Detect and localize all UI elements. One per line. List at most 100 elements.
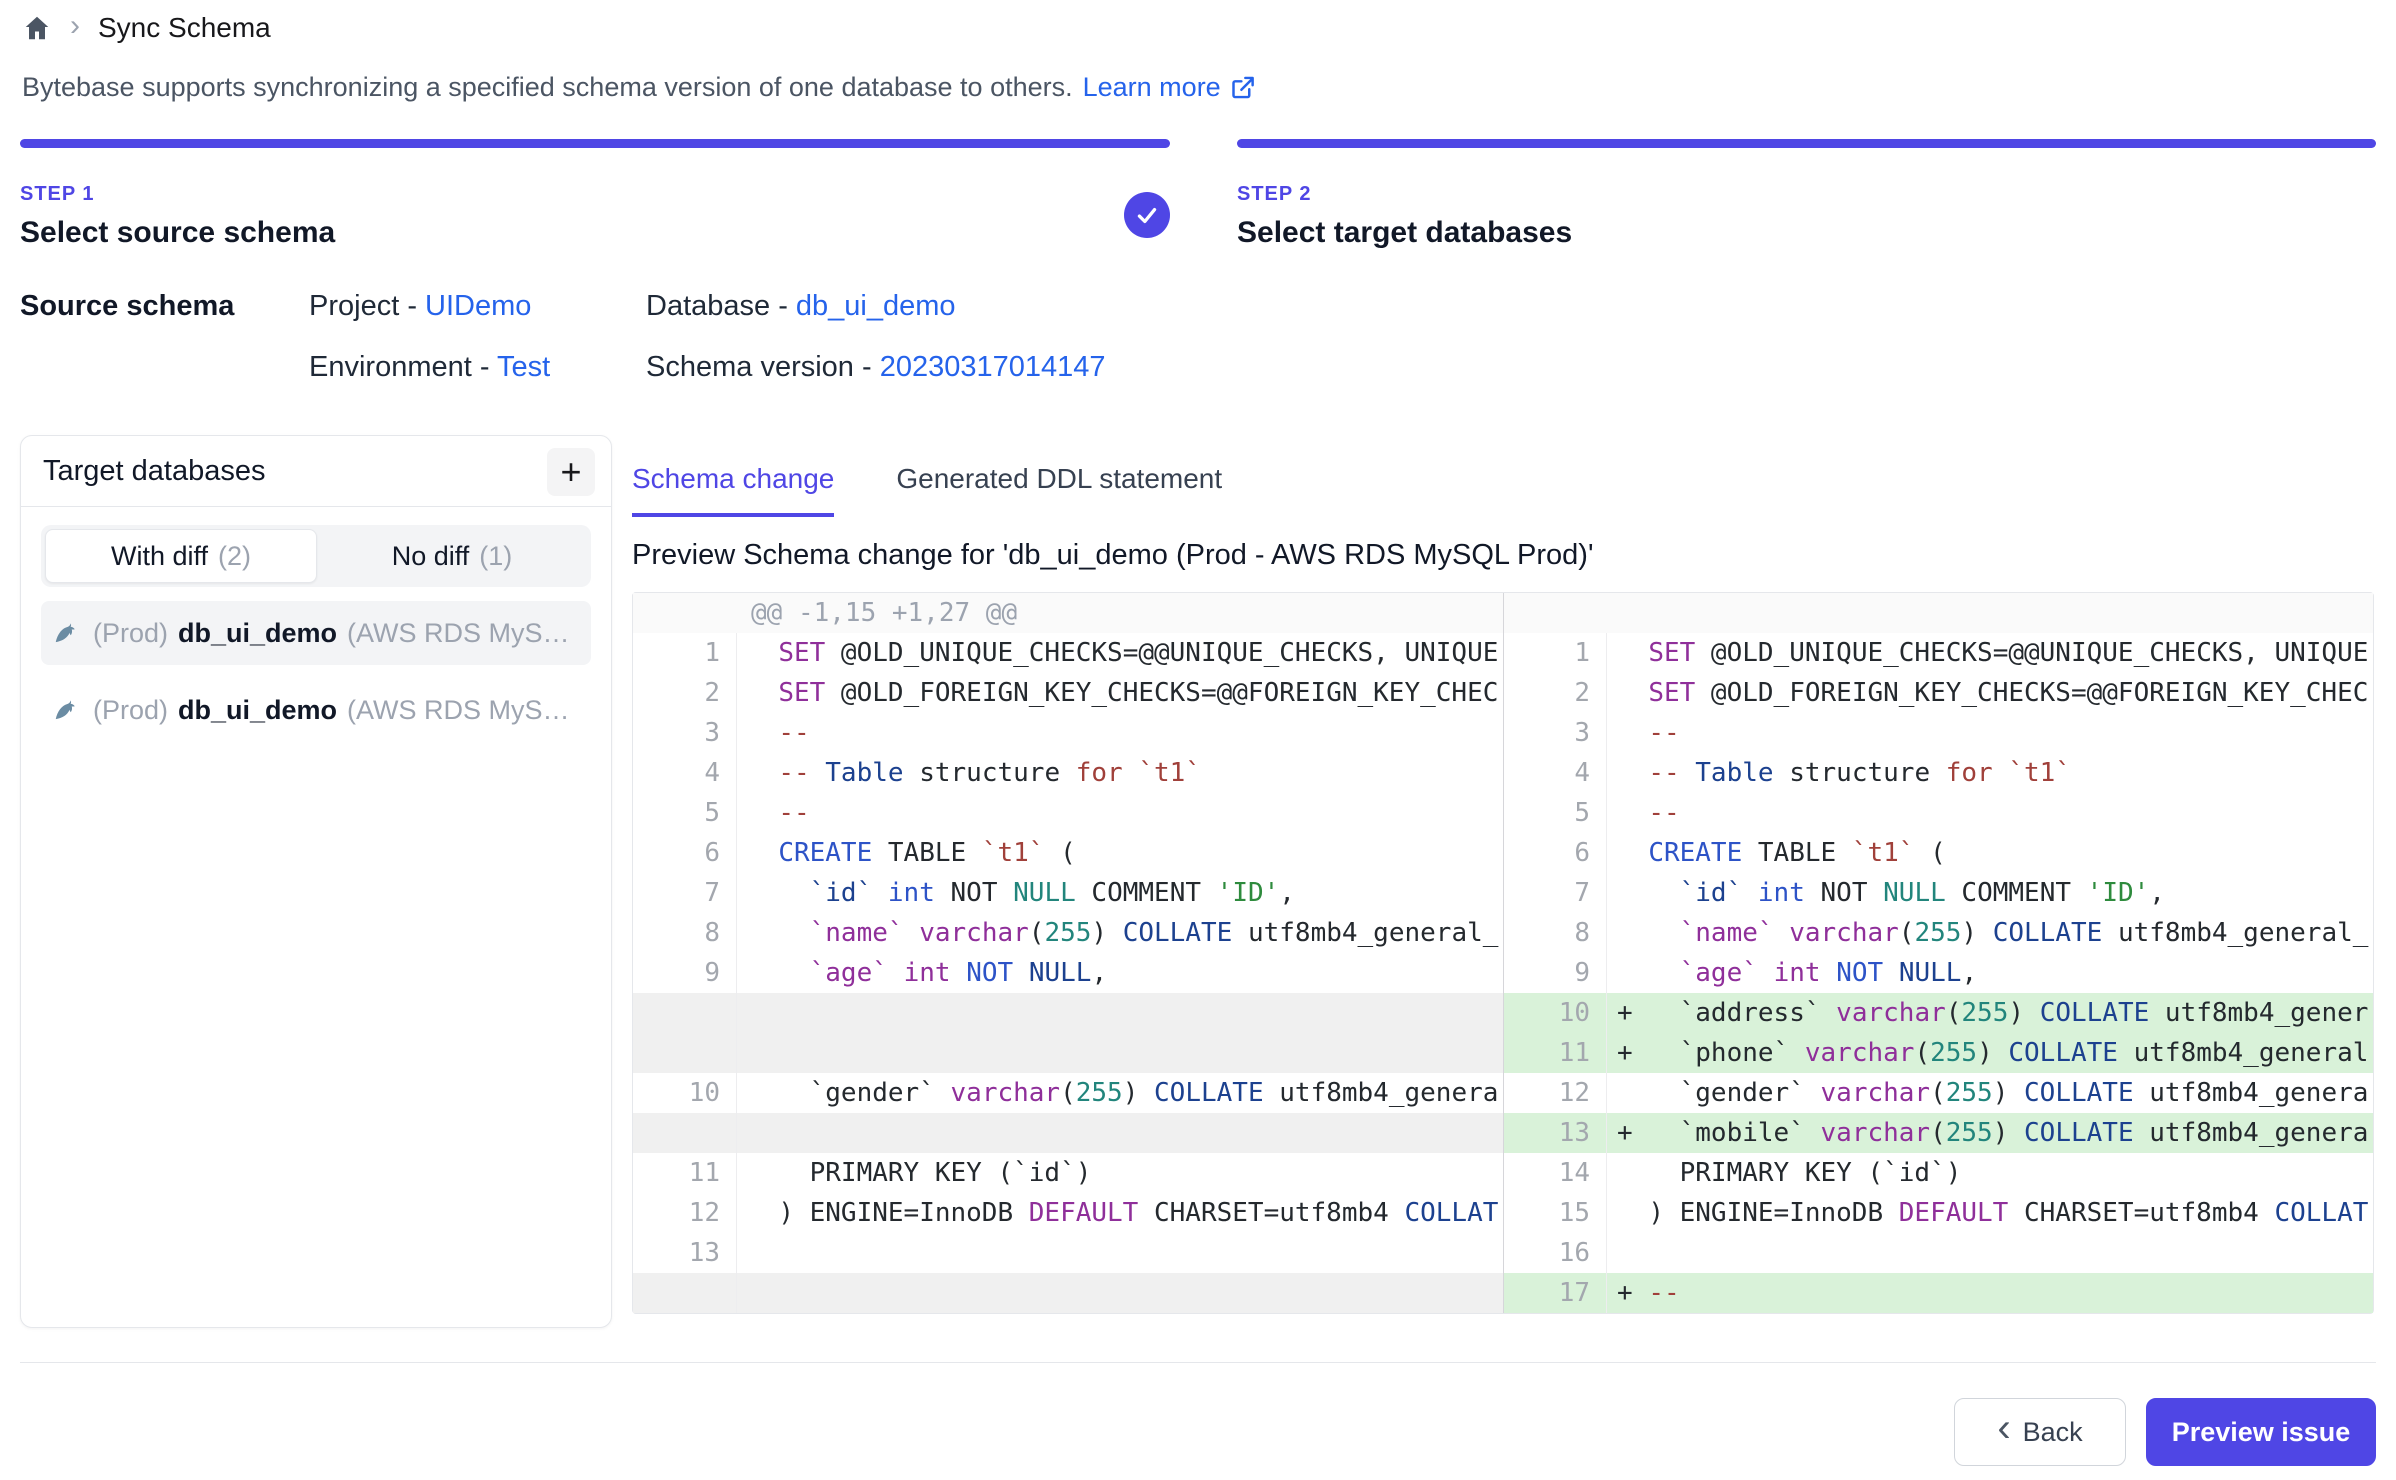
diff-code-line: ) ENGINE=InnoDB DEFAULT CHARSET=utf8mb4 … bbox=[737, 1193, 1503, 1233]
tab-schema-change[interactable]: Schema change bbox=[632, 463, 834, 517]
diff-line-number: 11 bbox=[1503, 1033, 1607, 1073]
database-environment: (Prod) bbox=[93, 695, 168, 726]
environment-link[interactable]: Test bbox=[497, 351, 550, 383]
diff-code-line: PRIMARY KEY (`id`) bbox=[737, 1153, 1503, 1193]
intro-description: Bytebase supports synchronizing a specif… bbox=[22, 72, 1073, 103]
diff-line-number: 8 bbox=[1503, 913, 1607, 953]
diff-code-line: PRIMARY KEY (`id`) bbox=[1607, 1153, 2373, 1193]
diff-line-number: 9 bbox=[633, 953, 737, 993]
diff-line-number: 17 bbox=[1503, 1273, 1607, 1313]
diff-code-line: -- Table structure for `t1` bbox=[1607, 753, 2373, 793]
diff-code-line: `id` int NOT NULL COMMENT 'ID', bbox=[737, 873, 1503, 913]
preview-tabs: Schema change Generated DDL statement bbox=[632, 463, 1222, 517]
breadcrumb-chevron-icon: › bbox=[70, 11, 80, 41]
breadcrumb-current-page: Sync Schema bbox=[98, 12, 271, 44]
diff-code-line: SET @OLD_FOREIGN_KEY_CHECKS=@@FOREIGN_KE… bbox=[1607, 673, 2373, 713]
source-schema-summary: Source schema Project - UIDemo Database … bbox=[20, 290, 1106, 384]
diff-line-number: 12 bbox=[633, 1193, 737, 1233]
schema-version-link[interactable]: 20230317014147 bbox=[880, 351, 1106, 383]
project-link[interactable]: UIDemo bbox=[425, 290, 531, 322]
diff-grid[interactable]: @@ -1,15 +1,27 @@1 SET @OLD_UNIQUE_CHECK… bbox=[632, 592, 2374, 1314]
database-field: Database - db_ui_demo bbox=[646, 290, 1106, 323]
diff-line-number bbox=[633, 993, 737, 1033]
diff-code-line: `gender` varchar(255) COLLATE utf8mb4_ge… bbox=[1607, 1073, 2373, 1113]
diff-code-line: CREATE TABLE `t1` ( bbox=[1607, 833, 2373, 873]
chevron-left-icon: ‹ bbox=[1997, 1408, 2010, 1448]
diff-line-number: 4 bbox=[1503, 753, 1607, 793]
preview-title: Preview Schema change for 'db_ui_demo (P… bbox=[632, 539, 1594, 572]
diff-code-line: -- bbox=[737, 713, 1503, 753]
external-link-icon bbox=[1229, 74, 1256, 101]
diff-line-number: 10 bbox=[1503, 993, 1607, 1033]
diff-line-number: 11 bbox=[633, 1153, 737, 1193]
diff-line-number bbox=[633, 1273, 737, 1313]
diff-code-line: CREATE TABLE `t1` ( bbox=[737, 833, 1503, 873]
diff-code-line: SET @OLD_UNIQUE_CHECKS=@@UNIQUE_CHECKS, … bbox=[737, 633, 1503, 673]
diff-line-number: 7 bbox=[1503, 873, 1607, 913]
diff-code-line: SET @OLD_UNIQUE_CHECKS=@@UNIQUE_CHECKS, … bbox=[1607, 633, 2373, 673]
project-field: Project - UIDemo bbox=[309, 290, 646, 323]
learn-more-link[interactable]: Learn more bbox=[1083, 72, 1256, 103]
diff-code-line: + `mobile` varchar(255) COLLATE utf8mb4_… bbox=[1607, 1113, 2373, 1153]
step2-label: STEP 2 bbox=[1237, 183, 1572, 206]
diff-code-line bbox=[737, 1113, 1503, 1153]
diff-filter-tabs: With diff(2)No diff(1) bbox=[41, 525, 591, 587]
filter-tab-with-diff[interactable]: With diff(2) bbox=[45, 529, 317, 583]
step-progress-bars bbox=[20, 139, 2376, 148]
step1-title: Select source schema bbox=[20, 216, 335, 250]
diff-code-line: + `address` varchar(255) COLLATE utf8mb4… bbox=[1607, 993, 2373, 1033]
home-icon[interactable] bbox=[22, 13, 52, 43]
step-2: STEP 2 Select target databases bbox=[1237, 183, 1572, 250]
filter-tab-no-diff[interactable]: No diff(1) bbox=[317, 529, 587, 583]
diff-line-number: 14 bbox=[1503, 1153, 1607, 1193]
tab-generated-ddl-statement[interactable]: Generated DDL statement bbox=[896, 463, 1222, 517]
database-item[interactable]: (Prod)db_ui_demo(AWS RDS MyS… bbox=[41, 601, 591, 665]
diff-line-number: 13 bbox=[1503, 1113, 1607, 1153]
footer-divider bbox=[20, 1362, 2376, 1363]
diff-line-number: 1 bbox=[1503, 633, 1607, 673]
database-link[interactable]: db_ui_demo bbox=[796, 290, 956, 322]
database-item[interactable]: (Prod)db_ui_demo(AWS RDS MyS… bbox=[41, 678, 591, 742]
diff-line-number: 9 bbox=[1503, 953, 1607, 993]
diff-code-line bbox=[1607, 1233, 2373, 1273]
target-databases-panel: Target databases + With diff(2)No diff(1… bbox=[20, 435, 612, 1328]
sync-schema-page: › Sync Schema Bytebase supports synchron… bbox=[0, 0, 2396, 1480]
diff-code-line: SET @OLD_FOREIGN_KEY_CHECKS=@@FOREIGN_KE… bbox=[737, 673, 1503, 713]
diff-line-number: 3 bbox=[633, 713, 737, 753]
database-name: db_ui_demo bbox=[178, 695, 337, 726]
database-name: db_ui_demo bbox=[178, 618, 337, 649]
diff-hunk-header-right bbox=[1503, 593, 2373, 633]
diff-code-line: `name` varchar(255) COLLATE utf8mb4_gene… bbox=[737, 913, 1503, 953]
diff-code-line: `name` varchar(255) COLLATE utf8mb4_gene… bbox=[1607, 913, 2373, 953]
diff-line-number: 4 bbox=[633, 753, 737, 793]
preview-issue-button[interactable]: Preview issue bbox=[2146, 1398, 2376, 1466]
schema-version-field: Schema version - 20230317014147 bbox=[646, 351, 1106, 384]
diff-code-line: ) ENGINE=InnoDB DEFAULT CHARSET=utf8mb4 … bbox=[1607, 1193, 2373, 1233]
mysql-dolphin-icon bbox=[53, 618, 83, 648]
step-1: STEP 1 Select source schema bbox=[20, 183, 335, 250]
diff-code-line: -- bbox=[1607, 793, 2373, 833]
step2-title: Select target databases bbox=[1237, 216, 1572, 250]
diff-code-line: -- bbox=[737, 793, 1503, 833]
diff-line-number: 7 bbox=[633, 873, 737, 913]
diff-line-number: 5 bbox=[633, 793, 737, 833]
diff-line-number: 8 bbox=[633, 913, 737, 953]
diff-line-number: 1 bbox=[633, 633, 737, 673]
add-target-database-button[interactable]: + bbox=[547, 448, 595, 496]
step2-progress-bar bbox=[1237, 139, 2376, 148]
diff-line-number: 5 bbox=[1503, 793, 1607, 833]
diff-code-line bbox=[737, 1273, 1503, 1313]
diff-code-line: `age` int NOT NULL, bbox=[737, 953, 1503, 993]
diff-code-line: + -- bbox=[1607, 1273, 2373, 1313]
diff-code-line: -- bbox=[1607, 713, 2373, 753]
source-schema-label: Source schema bbox=[20, 290, 309, 323]
diff-code-line: `gender` varchar(255) COLLATE utf8mb4_ge… bbox=[737, 1073, 1503, 1113]
back-button[interactable]: ‹ Back bbox=[1954, 1398, 2126, 1466]
diff-line-number: 3 bbox=[1503, 713, 1607, 753]
diff-code-line bbox=[737, 993, 1503, 1033]
breadcrumb: › Sync Schema bbox=[22, 12, 271, 44]
target-databases-title: Target databases bbox=[43, 455, 265, 488]
diff-line-number: 10 bbox=[633, 1073, 737, 1113]
diff-line-number: 13 bbox=[633, 1233, 737, 1273]
target-databases-header: Target databases + bbox=[21, 436, 611, 507]
